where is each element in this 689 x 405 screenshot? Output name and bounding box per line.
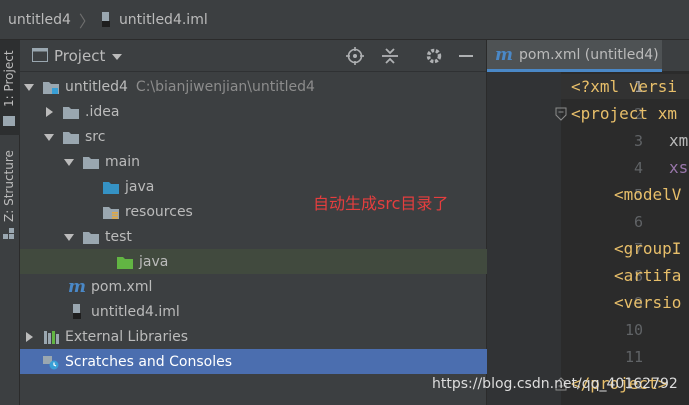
project-panel-toolbar: Project — [20, 40, 486, 72]
code-line[interactable]: <versio — [614, 293, 681, 312]
tree-item-idea[interactable]: .idea — [20, 99, 508, 124]
tree-item-label: Scratches and Consoles — [65, 353, 232, 370]
code-line[interactable]: <artifa — [614, 266, 681, 285]
tree-item-label: src — [85, 128, 106, 145]
tree-item-label: untitled4 — [65, 78, 128, 95]
resources-folder-icon — [102, 204, 120, 220]
library-icon — [42, 329, 60, 345]
tool-window-strip: 1: Project Z: Structure — [0, 40, 20, 405]
structure-tool-tab-label: Z: Structure — [2, 150, 16, 222]
line-number: 6 — [633, 213, 643, 231]
scratches-icon — [42, 354, 60, 370]
project-view-label[interactable]: Project — [54, 47, 105, 65]
breadcrumb-project[interactable]: untitled4 — [8, 12, 71, 28]
structure-tool-tab[interactable]: Z: Structure — [0, 145, 20, 245]
code-line[interactable]: <?xml versi — [571, 77, 677, 96]
line-number: 11 — [624, 348, 643, 366]
hide-panel-icon[interactable] — [459, 55, 473, 57]
maven-icon: m — [495, 44, 513, 65]
module-file-icon — [101, 11, 113, 28]
tree-item-label: test — [105, 228, 132, 245]
module-folder-icon — [42, 79, 60, 95]
tree-item-external-libraries[interactable]: External Libraries — [20, 324, 488, 349]
view-dropdown-icon[interactable] — [112, 50, 122, 66]
tree-item-label: untitled4.iml — [91, 303, 180, 320]
tree-item-untitled4[interactable]: untitled4 C:\bianjiwenjian\untitled4 — [20, 74, 488, 99]
project-view-icon — [32, 48, 48, 66]
chevron-right-icon[interactable] — [22, 330, 36, 344]
gear-icon[interactable] — [425, 47, 443, 69]
project-panel: Project untitled4 C:\bianjiwenjian\untit… — [20, 40, 582, 405]
tree-item-main-java[interactable]: java — [20, 174, 568, 199]
breadcrumb-file[interactable]: untitled4.iml — [119, 12, 208, 28]
module-file-icon — [68, 303, 86, 320]
chevron-down-icon[interactable] — [62, 155, 76, 169]
tree-item-label: main — [105, 153, 140, 170]
code-line[interactable]: xs — [669, 158, 688, 177]
code-line[interactable]: <groupI — [614, 239, 681, 258]
tree-item-main[interactable]: main — [20, 149, 528, 174]
code-line[interactable]: <modelV — [614, 185, 681, 204]
code-line[interactable]: <project xm — [571, 104, 677, 123]
breadcrumb-separator: 〉 — [78, 11, 95, 31]
fold-icon[interactable] — [555, 107, 567, 125]
folder-icon — [3, 116, 15, 126]
chevron-down-icon[interactable] — [42, 130, 56, 144]
folder-icon — [62, 129, 80, 145]
tree-item-resources[interactable]: resources — [20, 199, 568, 224]
project-tool-tab[interactable]: 1: Project — [0, 40, 20, 135]
folder-icon — [82, 229, 100, 245]
source-folder-icon — [102, 179, 120, 195]
folder-icon — [62, 104, 80, 120]
tree-item-label: External Libraries — [65, 328, 188, 345]
tree-item-label: resources — [125, 203, 193, 220]
collapse-all-icon[interactable] — [381, 47, 399, 69]
editor-tab-label: pom.xml (untitled4) — [519, 46, 659, 63]
tree-item-test[interactable]: test — [20, 224, 528, 249]
watermark: https://blog.csdn.net/qq_40162792 — [432, 376, 678, 392]
tree-item-label: java — [125, 178, 155, 195]
tree-item-pom[interactable]: m pom.xml — [20, 274, 534, 299]
breadcrumb: untitled4 〉 untitled4.iml — [8, 8, 208, 32]
tree-item-scratches[interactable]: Scratches and Consoles — [20, 349, 508, 374]
line-number: 10 — [624, 321, 643, 339]
editor-gutter — [487, 72, 561, 405]
project-tool-tab-label: 1: Project — [2, 50, 16, 107]
line-number: 3 — [633, 132, 643, 150]
tree-item-label: pom.xml — [91, 278, 153, 295]
chevron-down-icon[interactable] — [22, 80, 36, 94]
folder-icon — [82, 154, 100, 170]
annotation-text: 自动生成src目录了 — [313, 194, 449, 213]
structure-icon — [3, 228, 15, 244]
code-line[interactable]: xm — [669, 131, 688, 150]
line-number: 4 — [633, 159, 643, 177]
tree-item-label: .idea — [85, 103, 120, 120]
chevron-down-icon[interactable] — [62, 230, 76, 244]
editor-area: m pom.xml (untitled4) 1 2 3 4 5 6 7 8 9 … — [487, 40, 689, 405]
editor-tab-pom[interactable]: m pom.xml (untitled4) — [487, 40, 662, 72]
tree-item-label: java — [139, 253, 169, 270]
tree-item-src[interactable]: src — [20, 124, 508, 149]
tree-item-path: C:\bianjiwenjian\untitled4 — [135, 78, 315, 95]
locate-icon[interactable] — [346, 47, 364, 69]
chevron-right-icon[interactable] — [42, 105, 56, 119]
editor-tab-bar: m pom.xml (untitled4) — [487, 40, 689, 72]
tree-item-iml[interactable]: untitled4.iml — [20, 299, 534, 324]
maven-icon: m — [68, 276, 86, 297]
test-source-folder-icon — [116, 254, 134, 270]
navigation-bar: untitled4 〉 untitled4.iml — [0, 0, 689, 40]
